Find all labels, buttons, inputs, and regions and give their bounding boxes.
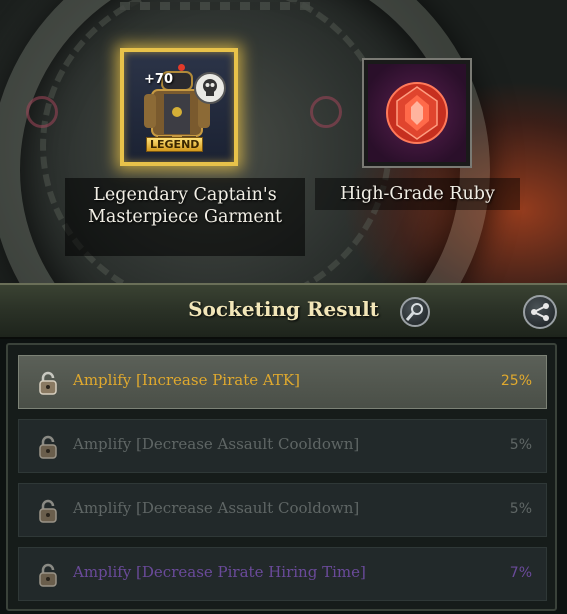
gem-socket-indicator [178,64,185,71]
padlock-icon[interactable] [35,498,61,524]
padlock-icon[interactable] [35,562,61,588]
result-value: 5% [509,437,532,453]
header-title: Socketing Result [188,297,379,321]
garment-name: Legendary Captain's Masterpiece Garment [65,178,305,256]
result-label: Amplify [Decrease Assault Cooldown] [73,435,360,453]
share-icon [531,303,549,321]
grade-tag: LEGEND [146,137,204,152]
result-row[interactable]: Amplify [Decrease Pirate Hiring Time] 7% [18,547,547,601]
result-row[interactable]: Amplify [Decrease Assault Cooldown] 5% [18,483,547,537]
share-button[interactable] [523,295,557,329]
socketing-result-header: Socketing Result [0,283,567,339]
padlock-icon[interactable] [35,434,61,460]
result-row[interactable]: Amplify [Decrease Assault Cooldown] 5% [18,419,547,473]
result-label: Amplify [Decrease Assault Cooldown] [73,499,360,517]
result-label: Amplify [Increase Pirate ATK] [73,371,300,389]
ruby-item-slot[interactable] [362,58,472,168]
result-label: Amplify [Decrease Pirate Hiring Time] [73,563,366,581]
result-value: 5% [509,501,532,517]
ornament-circle [310,96,342,128]
skull-emblem-icon [194,72,226,104]
result-value: 25% [500,373,532,389]
result-list: Amplify [Increase Pirate ATK] 25% Amplif… [6,343,557,611]
result-value: 7% [509,565,532,581]
padlock-icon[interactable] [35,370,61,396]
ornament-circle [26,96,58,128]
inspect-button[interactable] [400,297,430,327]
ruby-name: High-Grade Ruby [315,178,520,210]
magnifier-icon [405,303,423,321]
enhance-level-badge: +70 [144,72,173,87]
item-showcase: +70 LEGEND Legendary Captain's Masterpie… [0,0,567,283]
result-row[interactable]: Amplify [Increase Pirate ATK] 25% [18,355,547,409]
ornament-band [120,2,310,10]
garment-item-slot[interactable]: +70 LEGEND [120,48,238,166]
ruby-icon [386,82,448,144]
